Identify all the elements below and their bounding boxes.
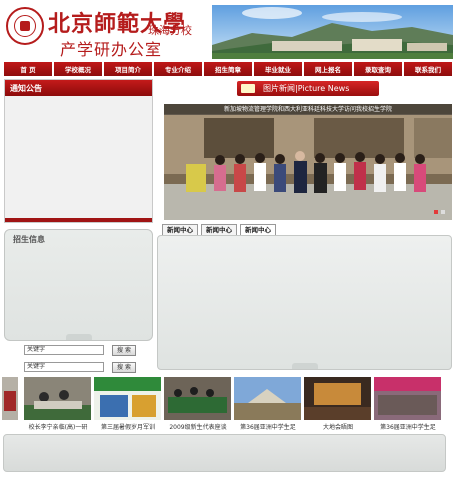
gallery-caption-2[interactable]: 第三届暑假岁月军训 — [88, 422, 168, 431]
nav-admission-query[interactable]: 录取查询 — [354, 62, 402, 76]
school-seal-logo[interactable] — [6, 7, 44, 45]
search-button-2[interactable]: 搜 索 — [112, 362, 136, 373]
gallery-thumb-5[interactable] — [304, 377, 371, 420]
photo-news-title: 图片新闻|Picture News — [263, 84, 350, 93]
notice-title: 通知公告 — [10, 84, 42, 93]
campus-banner-photo — [212, 5, 453, 59]
nav-employment[interactable]: 毕业就业 — [254, 62, 302, 76]
search-button-1[interactable]: 搜 索 — [112, 345, 136, 356]
gallery-caption-4[interactable]: 第36届亚洲中学生足 — [228, 422, 308, 431]
gallery-thumb-2[interactable] — [94, 377, 161, 420]
chevron-down-icon[interactable] — [66, 334, 92, 340]
notice-header: 通知公告 — [5, 80, 152, 96]
office-name: 产学研办公室 — [60, 40, 163, 59]
gallery-thumb-1[interactable] — [24, 377, 91, 420]
search-input-2[interactable]: 关键字 — [24, 362, 104, 372]
header: 北京師範大學 珠海分校 产学研办公室 — [0, 0, 453, 62]
gallery-caption-1[interactable]: 校长李宁亲临(高)一研 — [18, 422, 98, 431]
footer-panel — [3, 434, 446, 472]
notice-footer-bar — [5, 218, 152, 222]
recruit-title: 招生信息 — [13, 235, 45, 244]
gallery-caption-6[interactable]: 第36届亚洲中学生足 — [368, 422, 448, 431]
main-nav: 首 页 学校概况 项目简介 专业介绍 招生简章 毕业就业 网上报名 录取查询 联… — [4, 62, 452, 76]
featured-news-photo[interactable]: 新加坡物流管理学院和西大利亚科廷科技大学访问我校招生学院 — [164, 104, 452, 220]
recruit-panel: 招生信息 — [4, 229, 153, 341]
gallery-thumb-4[interactable] — [234, 377, 301, 420]
news-tab-panel — [157, 235, 452, 370]
image-icon — [241, 84, 255, 93]
photo-caption: 新加坡物流管理学院和西大利亚科廷科技大学访问我校招生学院 — [164, 104, 452, 115]
nav-admissions[interactable]: 招生简章 — [204, 62, 252, 76]
gallery-caption-5[interactable]: 大地会晤图 — [298, 422, 378, 431]
nav-projects[interactable]: 项目简介 — [104, 62, 152, 76]
notice-panel: 通知公告 — [4, 79, 153, 223]
gallery-thumb-3[interactable] — [164, 377, 231, 420]
nav-overview[interactable]: 学校概况 — [54, 62, 102, 76]
nav-contact[interactable]: 联系我们 — [404, 62, 452, 76]
chevron-down-icon[interactable] — [292, 363, 318, 369]
nav-majors[interactable]: 专业介绍 — [154, 62, 202, 76]
gallery-thumb-6[interactable] — [374, 377, 441, 420]
photo-gallery: 校长李宁亲临(高)一研 第三届暑假岁月军训 2009级新生代表座谈 第36届亚洲… — [2, 377, 452, 433]
search-input-1[interactable]: 关键字 — [24, 345, 104, 355]
gallery-caption-3[interactable]: 2009级新生代表座谈 — [158, 422, 238, 431]
nav-home[interactable]: 首 页 — [4, 62, 52, 76]
gallery-thumb-0[interactable] — [2, 377, 18, 420]
nav-online-apply[interactable]: 网上报名 — [304, 62, 352, 76]
photo-news-header[interactable]: 图片新闻|Picture News — [237, 81, 379, 96]
